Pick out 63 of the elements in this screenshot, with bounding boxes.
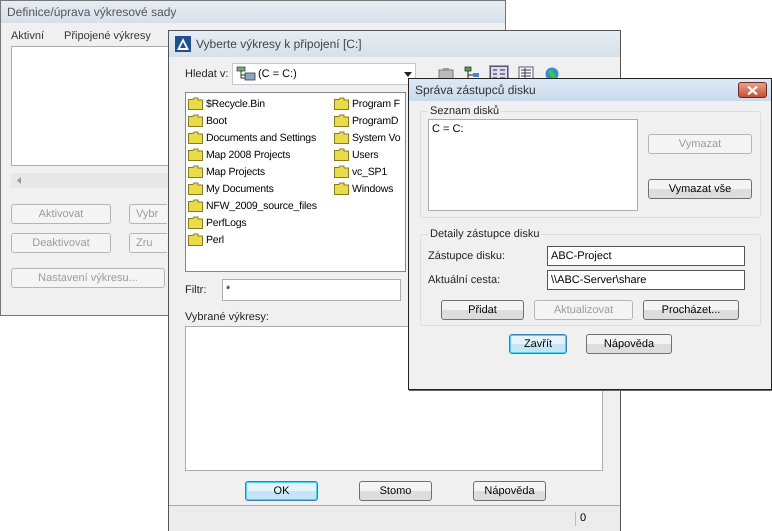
folder-item[interactable]: Windows — [334, 180, 406, 197]
close-icon — [747, 86, 758, 94]
folder-icon — [334, 114, 349, 127]
folder-icon — [334, 148, 349, 161]
folder-icon — [188, 182, 203, 195]
folder-icon — [188, 199, 203, 212]
filter-label: Filtr: — [185, 284, 208, 296]
folder-item[interactable]: Perl — [188, 231, 334, 248]
folder-item[interactable]: vc_SP1 — [334, 163, 406, 180]
folder-icon — [188, 131, 203, 144]
folder-item[interactable]: $Recycle.Bin — [188, 95, 334, 112]
folder-item[interactable]: Users — [334, 146, 406, 163]
window-title: Definice/úprava výkresové sady — [7, 5, 176, 19]
folder-item[interactable]: PerfLogs — [188, 214, 334, 231]
folder-item[interactable]: Map Projects — [188, 163, 334, 180]
window-title: Vyberte výkresy k připojení [C:] — [196, 37, 362, 51]
look-in-label: Hledat v: — [185, 68, 230, 80]
status-count: 0 — [575, 512, 586, 526]
folder-icon — [188, 216, 203, 229]
network-drive-icon — [236, 66, 256, 82]
folder-item[interactable]: NFW_2009_source_files — [188, 197, 334, 214]
dialog-button[interactable]: Zavřít — [509, 334, 567, 354]
folder-item[interactable]: Boot — [188, 112, 334, 129]
folder-icon — [188, 97, 203, 110]
drive-list[interactable]: C = C: — [428, 119, 638, 211]
input-field[interactable]: ABC-Project — [547, 246, 745, 266]
folder-item[interactable]: Documents and Settings — [188, 129, 334, 146]
app-logo-icon — [175, 36, 191, 52]
folder-item[interactable]: Map 2008 Projects — [188, 146, 334, 163]
folder-icon — [188, 233, 203, 246]
filter-field[interactable]: * — [222, 279, 401, 301]
folder-item[interactable]: Program F — [334, 95, 406, 112]
dialog-button[interactable]: Vymazat vše — [648, 179, 752, 199]
folder-icon — [188, 165, 203, 178]
look-in-dropdown[interactable]: (C = C:) — [232, 63, 416, 85]
folder-icon — [188, 114, 203, 127]
dialog-button[interactable]: Nápověda — [586, 334, 672, 354]
dialog-button[interactable]: Procházet... — [643, 300, 739, 320]
drive-item[interactable]: C = C: — [432, 123, 634, 135]
field-label: Zástupce disku: — [428, 250, 506, 262]
dialog-button[interactable]: OK — [245, 481, 318, 501]
close-button[interactable] — [738, 82, 767, 98]
folder-icon — [334, 165, 349, 178]
folder-icon — [334, 131, 349, 144]
dialog-button[interactable]: Nápověda — [473, 481, 546, 501]
group-title: Detaily zástupce disku — [429, 228, 540, 240]
folder-item[interactable]: ProgramD — [334, 112, 406, 129]
dialog-button[interactable]: Přidat — [441, 300, 524, 320]
selected-drawings-label: Vybrané výkresy: — [185, 311, 270, 323]
field-label: Aktuální cesta: — [428, 274, 502, 286]
folder-item[interactable]: My Documents — [188, 180, 334, 197]
input-field[interactable]: \\ABC-Server\share — [547, 270, 745, 290]
column-header[interactable]: Aktivní — [11, 30, 44, 42]
group-title: Seznam disků — [429, 105, 500, 117]
dialog-button[interactable]: Stomo — [359, 481, 432, 501]
file-list[interactable]: $Recycle.Bin Boot Documents and Settings Map 2008 Projects Map Projects My Documents NFW_2009_source_files PerfLogs Perl Program F ProgramD System Vo Users vc_SP1 Windows — [185, 92, 406, 272]
folder-item[interactable]: System Vo — [334, 129, 406, 146]
caret-icon[interactable] — [404, 72, 412, 76]
folder-icon — [188, 148, 203, 161]
window-title: Správa zástupců disku — [415, 83, 536, 97]
folder-icon — [334, 97, 349, 110]
column-header[interactable]: Připojené výkresy — [64, 30, 151, 42]
folder-icon — [334, 182, 349, 195]
